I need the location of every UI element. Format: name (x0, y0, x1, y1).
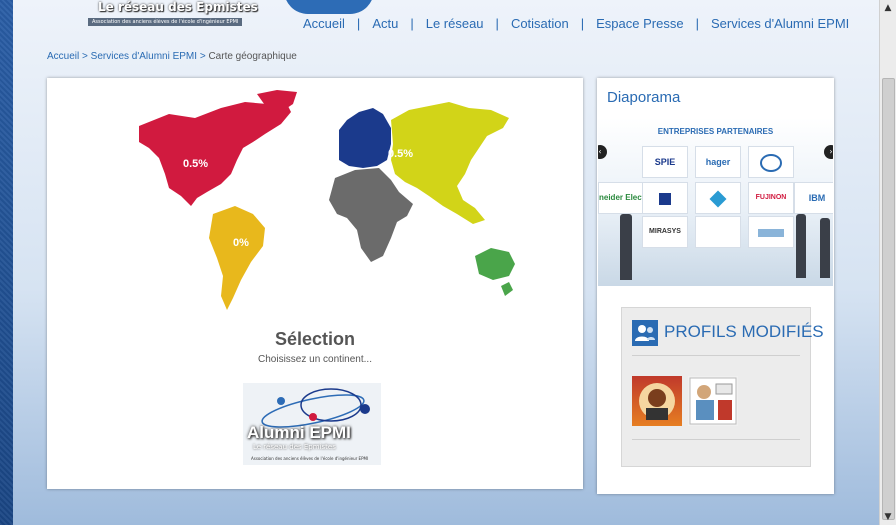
partner-logo-fujinon: FUJINON (748, 182, 794, 214)
vertical-scrollbar[interactable]: ▲ ▼ (879, 0, 896, 525)
nav-item-cotisation[interactable]: Cotisation (511, 16, 569, 31)
partner-logo-circle (748, 146, 794, 178)
partner-logo-hager: hager (695, 146, 741, 178)
breadcrumb: Accueil > Services d'Alumni EPMI > Carte… (47, 51, 297, 62)
person-figure (620, 214, 632, 280)
partner-logo-diamond (695, 182, 741, 214)
continent-oceania-islands[interactable] (501, 282, 513, 296)
slide-prev-button[interactable]: ‹ (598, 145, 607, 159)
profils-modifies-box: PROFILS MODIFIÉS (621, 307, 824, 467)
site-logo[interactable]: Le réseau des Epmistes Association des a… (84, 0, 374, 32)
partner-logo-dx (642, 182, 688, 214)
person-figure (820, 218, 830, 278)
nav-item-services[interactable]: Services d'Alumni EPMI (711, 16, 849, 31)
label-oceania: 0.2% (441, 263, 467, 275)
nav-item-espace-presse[interactable]: Espace Presse (596, 16, 683, 31)
breadcrumb-separator: > (199, 51, 206, 62)
profile-thumbnail[interactable] (632, 376, 682, 426)
logo-subtitle: Association des anciens élèves de l'écol… (88, 18, 243, 26)
logo-title: Le réseau des Epmistes (98, 0, 258, 14)
divider (632, 439, 800, 440)
main-nav: Accueil | Actu | Le réseau | Cotisation | Espace… (303, 16, 849, 31)
nav-separator: | (695, 16, 699, 31)
diaporama-title: Diaporama (607, 89, 681, 106)
users-icon (632, 320, 658, 346)
nav-item-le-reseau[interactable]: Le réseau (426, 16, 484, 31)
nav-separator: | (356, 16, 361, 31)
label-europe: 98.2% (308, 151, 340, 163)
divider (632, 355, 800, 356)
label-south-america: 0% (233, 237, 249, 249)
profile-thumbnail[interactable] (688, 376, 738, 426)
continent-europe[interactable] (339, 108, 391, 168)
breadcrumb-link-accueil[interactable]: Accueil (47, 51, 79, 62)
profils-title: PROFILS MODIFIÉS (664, 322, 824, 341)
person-figure (796, 214, 806, 278)
main-panel: 0.5% 0% 98.2% 0.9% 0.5% 0.2% Sélection C… (47, 78, 583, 489)
alumni-epmi-logo[interactable]: Alumni EPMI Le réseau des Epmistes Assoc… (243, 383, 381, 465)
nav-separator: | (580, 16, 585, 31)
partner-logo-generic (695, 216, 741, 248)
label-north-america: 0.5% (183, 158, 209, 170)
breadcrumb-separator: > (82, 51, 88, 62)
continent-africa[interactable] (329, 168, 413, 262)
partner-logo-spie: SPIE (642, 146, 688, 178)
scroll-down-arrow-icon[interactable]: ▼ (880, 509, 896, 525)
partner-logo-box (748, 216, 794, 248)
nav-separator: | (495, 16, 499, 31)
sidebar: Diaporama ENTREPRISES PARTENAIRES SPIE h… (597, 78, 834, 494)
partner-logo-ibm: IBM (794, 182, 833, 214)
slide-heading: ENTREPRISES PARTENAIRES (657, 127, 774, 136)
continent-north-america[interactable] (139, 100, 291, 206)
alumni-small-text: Association des anciens élèves de l'écol… (251, 456, 369, 461)
selection-title: Sélection (274, 329, 356, 349)
alumni-tagline: Le réseau des Epmistes (253, 443, 336, 451)
alumni-name: Alumni EPMI (247, 423, 351, 442)
scroll-thumb[interactable] (882, 78, 895, 520)
nav-item-accueil[interactable]: Accueil (303, 16, 345, 31)
label-africa: 0.9% (300, 197, 326, 209)
nav-separator: | (410, 16, 414, 31)
label-asia: 0.5% (388, 148, 414, 160)
partner-logo-schneider: neider Electric (598, 182, 644, 214)
continent-oceania[interactable] (475, 248, 515, 280)
partner-logo-mirasys: MIRASYS (642, 216, 688, 248)
breadcrumb-current: Carte géographique (208, 51, 297, 62)
nav-item-actu[interactable]: Actu (372, 16, 398, 31)
selection-subtitle: Choisissez un continent... (258, 354, 372, 365)
slide-next-button[interactable]: › (824, 145, 833, 159)
scroll-up-arrow-icon[interactable]: ▲ (880, 0, 896, 16)
continent-south-america[interactable] (209, 206, 265, 310)
diaporama-slide[interactable]: ENTREPRISES PARTENAIRES SPIE hager neide… (598, 118, 833, 286)
breadcrumb-link-services[interactable]: Services d'Alumni EPMI (91, 51, 197, 62)
